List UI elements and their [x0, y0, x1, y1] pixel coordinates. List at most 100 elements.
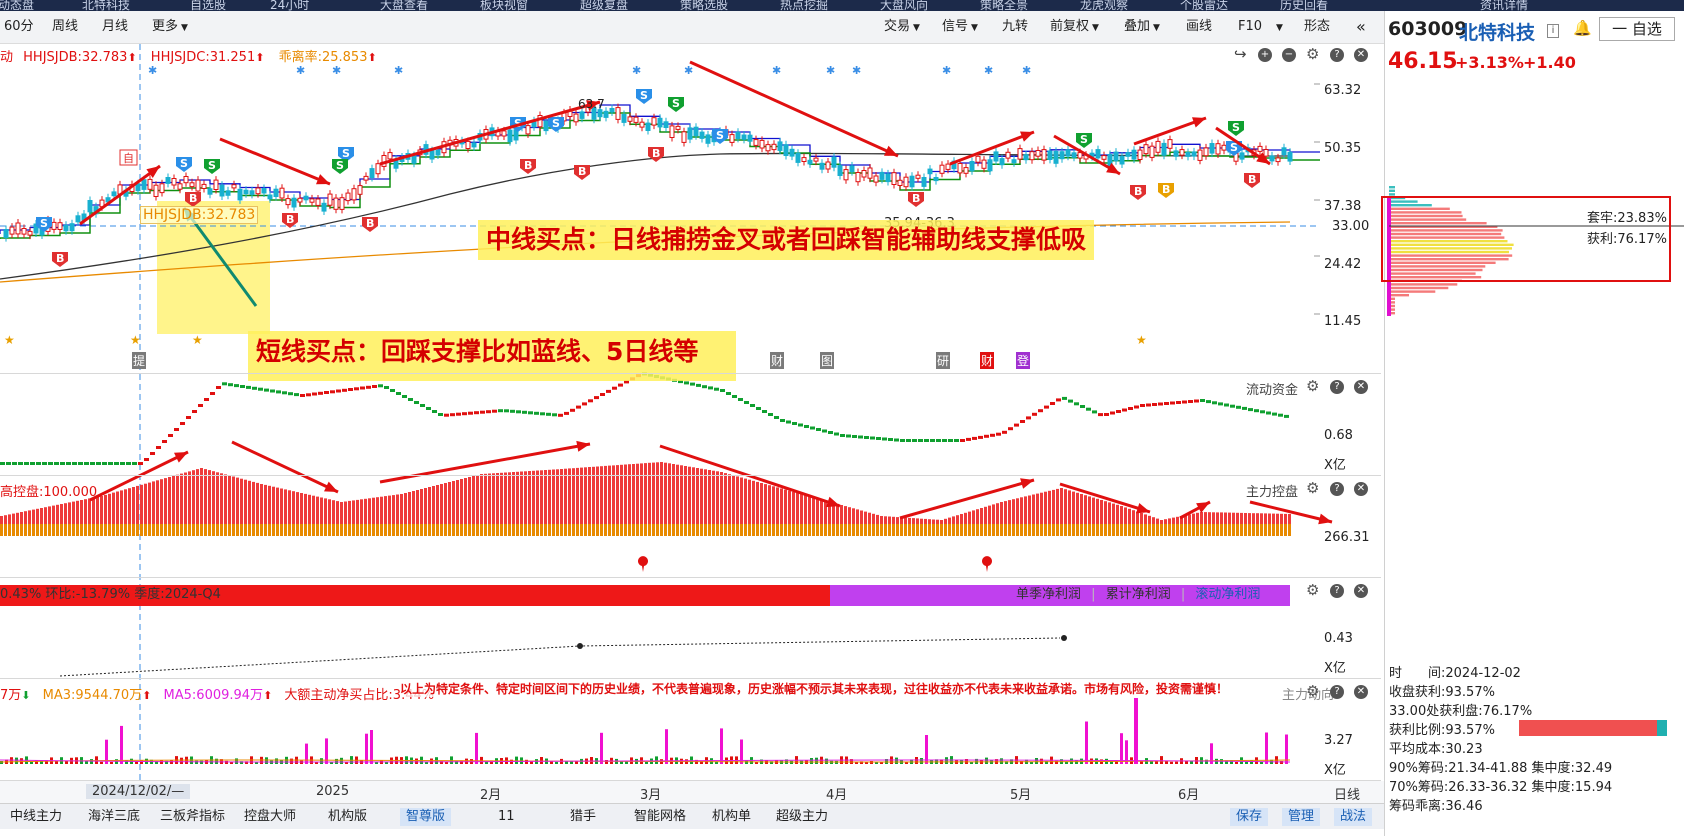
nav-item[interactable]: 热点挖掘 [780, 0, 828, 11]
control-bar [32, 509, 35, 524]
control-bar [716, 471, 719, 524]
nav-item[interactable]: 大盘查看 [380, 0, 428, 11]
bell-icon[interactable]: 🔔 [1573, 19, 1592, 37]
volume-value: 7万 [0, 688, 22, 703]
gear-icon[interactable]: ⚙ [1306, 479, 1319, 497]
period-label[interactable]: 日线 [1334, 784, 1360, 803]
close-icon[interactable]: ✕ [1354, 48, 1368, 62]
control-bar [780, 488, 783, 524]
tab-cumulative-profit[interactable]: 累计净利润 [1106, 587, 1171, 602]
more-periods-button[interactable]: 更多 ▼ [148, 17, 192, 37]
tab-indicator[interactable]: 控盘大师 [244, 808, 296, 826]
tab-indicator[interactable]: 智能网格 [634, 808, 686, 826]
tab-indicator[interactable]: 超级主力 [776, 808, 828, 826]
plus-icon[interactable]: + [1258, 48, 1272, 62]
close-icon[interactable]: ✕ [1354, 685, 1368, 699]
candle-body [231, 184, 237, 189]
signal-menu-button[interactable]: 信号 ▼ [938, 17, 982, 37]
share-icon[interactable]: ↪ [1234, 45, 1247, 63]
close-icon[interactable]: ✕ [1354, 584, 1368, 598]
event-marker[interactable]: 财 [980, 352, 995, 369]
tab-indicator[interactable]: 11 [498, 808, 515, 826]
control-base-bar [1056, 524, 1059, 536]
period-week-button[interactable]: 周线 [48, 17, 82, 37]
add-watchlist-button[interactable]: 一 自选 [1599, 17, 1675, 41]
nav-item[interactable]: 策略全景 [980, 0, 1028, 11]
draw-line-button[interactable]: 画线 [1182, 17, 1216, 37]
control-base-bar [1276, 524, 1279, 536]
control-bar [176, 474, 179, 524]
control-bar [652, 462, 655, 524]
control-arrow-head [826, 496, 840, 508]
close-icon[interactable]: ✕ [1354, 380, 1368, 394]
nine-turn-button[interactable]: 九转 [998, 17, 1032, 37]
stock-name[interactable]: 北特科技 [1459, 18, 1535, 45]
help-icon[interactable]: ? [1330, 685, 1344, 699]
manage-button[interactable]: 管理 [1282, 808, 1321, 826]
nav-item[interactable]: 超级复盘 [580, 0, 628, 11]
fq-menu-button[interactable]: 前复权 ▼ [1046, 17, 1103, 37]
gear-icon[interactable]: ⚙ [1306, 45, 1319, 63]
control-base-bar [1108, 524, 1111, 536]
nav-item[interactable]: 历史回看 [1280, 0, 1328, 11]
nav-item[interactable]: 自选股 [190, 0, 226, 11]
candle-body [237, 188, 243, 201]
event-marker[interactable]: 图 [820, 352, 835, 369]
nav-item[interactable]: 策略选股 [680, 0, 728, 11]
control-base-bar [556, 524, 559, 536]
control-base-bar [524, 524, 527, 536]
nav-item[interactable]: 北特科技 [82, 0, 130, 11]
minus-icon[interactable]: − [1282, 48, 1296, 62]
help-icon[interactable]: ? [1330, 482, 1344, 496]
gear-icon[interactable]: ⚙ [1306, 377, 1319, 395]
close-icon[interactable]: ✕ [1354, 482, 1368, 496]
tab-indicator[interactable]: 海洋三底 [88, 808, 140, 826]
event-marker[interactable]: 财 [770, 352, 785, 369]
candle-body [1191, 151, 1197, 157]
nav-item[interactable]: 24小时 [270, 0, 309, 11]
tab-indicator[interactable]: 三板斧指标 [160, 808, 225, 826]
control-bar [1144, 514, 1147, 524]
nav-item[interactable]: 个股雷达 [1180, 0, 1228, 11]
nav-item[interactable]: 资讯详情 [1480, 0, 1528, 11]
event-marker[interactable]: 提 [132, 352, 147, 369]
tab-indicator[interactable]: 机构单 [712, 808, 751, 826]
nav-item[interactable]: 板块视窗 [480, 0, 528, 11]
tab-quarter-profit[interactable]: 单季净利润 [1016, 587, 1081, 602]
overlay-menu-button[interactable]: 叠加 ▼ [1120, 17, 1164, 37]
tab-indicator[interactable]: 猎手 [570, 808, 596, 826]
help-icon[interactable]: ? [1330, 584, 1344, 598]
tab-rolling-profit[interactable]: 滚动净利润 [1195, 587, 1260, 602]
tab-indicator[interactable]: 中线主力 [10, 808, 62, 826]
volume-bar [265, 757, 268, 764]
help-icon[interactable]: ? [1330, 48, 1344, 62]
period-60min-button[interactable]: 60分 [0, 17, 38, 37]
f10-menu-button[interactable]: F10 ▼ [1234, 17, 1287, 37]
event-marker[interactable]: 研 [936, 352, 951, 369]
control-base-bar [172, 524, 175, 536]
candle-body [1125, 152, 1131, 157]
gear-icon[interactable]: ⚙ [1306, 581, 1319, 599]
nav-item[interactable]: 大盘风向 [880, 0, 928, 11]
candle-body [525, 125, 531, 135]
help-icon[interactable]: ? [1330, 380, 1344, 394]
flow-bar [102, 462, 107, 465]
gear-icon[interactable]: ⚙ [1306, 682, 1319, 700]
control-bar [856, 509, 859, 524]
trade-menu-button[interactable]: 交易 ▼ [880, 17, 924, 37]
pattern-button[interactable]: 形态 [1300, 17, 1334, 37]
tactics-button[interactable]: 战法 [1334, 808, 1373, 826]
period-month-button[interactable]: 月线 [98, 17, 132, 37]
event-marker[interactable]: 登 [1016, 352, 1031, 369]
control-base-bar [216, 524, 219, 536]
tab-indicator[interactable]: 机构版 [328, 808, 367, 826]
control-base-bar [1120, 524, 1123, 536]
flow-bar [204, 398, 209, 401]
double-chevron-left-icon[interactable]: « [1352, 17, 1370, 37]
control-bar [520, 471, 523, 524]
tab-indicator-active[interactable]: 智尊版 [400, 808, 452, 826]
nav-item[interactable]: 动态盘 [0, 0, 34, 11]
save-button[interactable]: 保存 [1230, 808, 1269, 826]
nav-item[interactable]: 龙虎观察 [1080, 0, 1128, 11]
info-icon[interactable]: i [1547, 24, 1559, 38]
